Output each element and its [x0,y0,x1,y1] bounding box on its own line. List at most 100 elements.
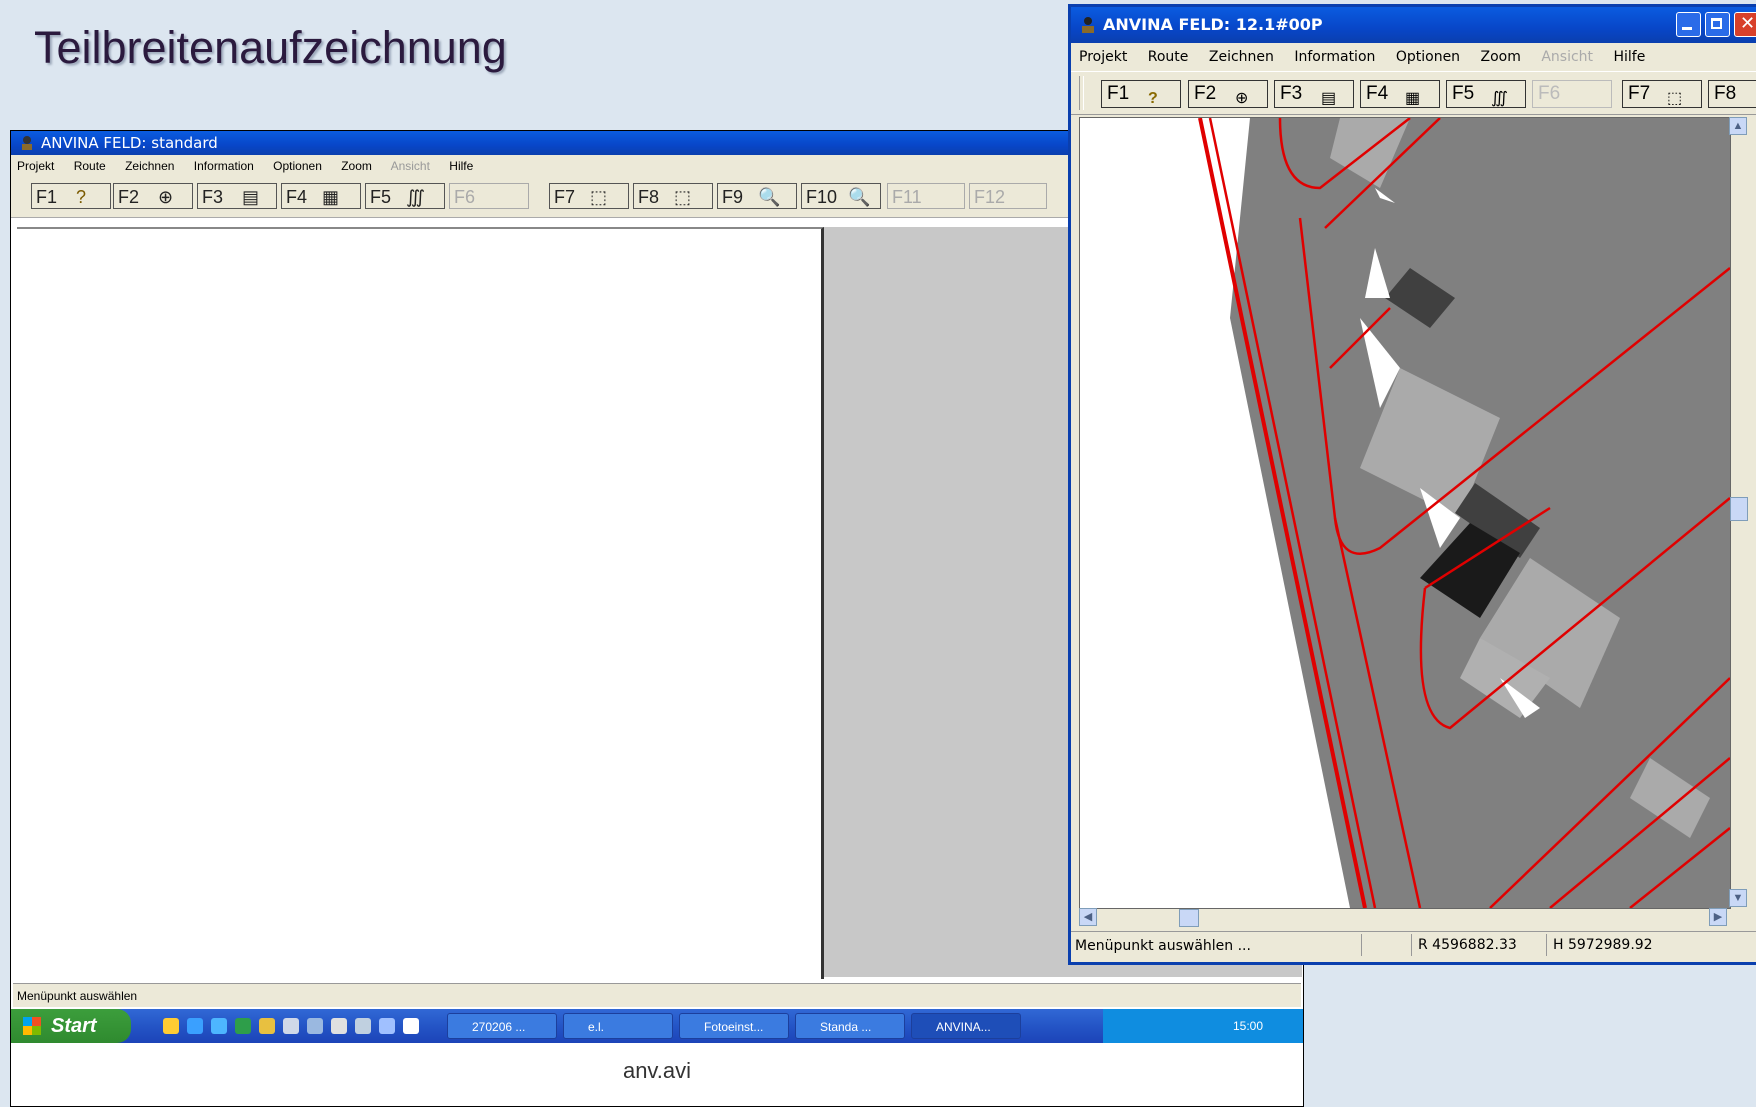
f6-label: F6 [454,187,476,207]
f4-label: F4 [1366,83,1389,104]
settings-icon[interactable] [403,1018,419,1034]
f5-button[interactable]: F5 ∭ [1446,80,1526,108]
help-icon: ? [76,187,87,207]
zoom-window-icon: ⬚ [1667,90,1683,107]
menu-route[interactable]: Route [1148,49,1189,65]
f11-label: F11 [892,187,922,207]
f2-button[interactable]: F2 ⊕ [113,183,193,209]
f1-label: F1 [1107,83,1130,104]
close-button[interactable]: ✕ [1734,12,1756,37]
f3-button[interactable]: F3 ▤ [1274,80,1354,108]
f6-label: F6 [1538,83,1561,104]
status-r-coordinate: R 4596882.33 [1411,934,1546,956]
minimize-button[interactable] [1676,12,1701,37]
f2-label: F2 [1194,83,1217,104]
task-fotoeinst[interactable]: Fotoeinst... [679,1013,789,1039]
f9-label: F9 [722,187,744,207]
f3-button[interactable]: F3 ▤ [197,183,277,209]
start-button[interactable]: Start [11,1009,131,1043]
vertical-scroll-thumb[interactable] [1730,497,1748,521]
menu-optionen[interactable]: Optionen [273,159,322,173]
map-canvas[interactable] [1079,117,1731,909]
zigzag-icon: ∭ [406,187,426,207]
f11-button: F11 [887,183,965,209]
mail-icon[interactable] [355,1018,371,1034]
tray-clock[interactable]: 15:00 [1233,1019,1263,1033]
media-icon[interactable] [211,1018,227,1034]
menu-optionen[interactable]: Optionen [1396,49,1460,65]
quicklaunch-app-icon[interactable] [163,1018,179,1034]
menu-information[interactable]: Information [1294,49,1375,65]
f9-button[interactable]: F9 🔍 [717,183,797,209]
menu-hilfe[interactable]: Hilfe [1613,49,1645,65]
internet-explorer-icon[interactable] [187,1018,203,1034]
f1-button[interactable]: F1? [1101,80,1181,108]
task-folder[interactable]: e.l. [563,1013,673,1039]
f8-label: F8 [1714,83,1737,104]
menu-hilfe[interactable]: Hilfe [449,159,473,173]
f4-button[interactable]: F4 ▦ [281,183,361,209]
scroll-up-button[interactable]: ▲ [1729,117,1747,135]
f7-button[interactable]: F7 ⬚ [1622,80,1702,108]
f3-label: F3 [1280,83,1303,104]
task-standard[interactable]: Standa ... [795,1013,905,1039]
status-message: Menüpunkt auswählen ... [1075,938,1251,954]
f3-label: F3 [202,187,224,207]
scroll-left-button[interactable]: ◀ [1079,908,1097,926]
task-standard-label: Standa ... [820,1020,872,1034]
horizontal-scroll-thumb[interactable] [1179,909,1199,927]
front-status-bar: Menüpunkt auswählen ... R 4596882.33 H 5… [1071,931,1756,960]
front-window-title: ANVINA FELD: 12.1#00P [1103,15,1323,34]
f7-label: F7 [554,187,576,207]
back-map-canvas[interactable] [17,227,824,979]
f10-label: F10 [806,187,838,207]
folder-icon[interactable] [259,1018,275,1034]
front-window-toolbar: F1? F2 ⊕ F3 ▤ F4 ▦ F5 ∭ F6 F7 ⬚ F8 [1071,71,1756,115]
maximize-button[interactable] [1705,12,1730,37]
f5-label: F5 [370,187,392,207]
menu-zeichnen[interactable]: Zeichnen [125,159,174,173]
f1-button[interactable]: F1 ? [31,183,111,209]
menu-projekt[interactable]: Projekt [1079,49,1127,65]
status-h-coordinate: H 5972989.92 [1546,934,1691,956]
scroll-right-button[interactable]: ▶ [1709,908,1727,926]
back-status-bar: Menüpunkt auswählen [13,983,1301,1007]
f6-button: F6 [449,183,529,209]
f4-button[interactable]: F4 ▦ [1360,80,1440,108]
task-powerpoint-label: 270206 ... [472,1020,526,1034]
front-window: ANVINA FELD: 12.1#00P ✕ Projekt Route Ze… [1068,4,1756,965]
f5-button[interactable]: F5 ∭ [365,183,445,209]
windows-flag-icon [23,1017,41,1035]
menu-projekt[interactable]: Projekt [17,159,54,173]
menu-information[interactable]: Information [194,159,254,173]
help-icon: ? [1148,90,1158,107]
back-window-title: ANVINA FELD: standard [41,134,218,152]
menu-ansicht: Ansicht [390,159,430,173]
chat-icon[interactable] [379,1018,395,1034]
f8-button[interactable]: F8 ⬚ [633,183,713,209]
document-icon[interactable] [307,1018,323,1034]
menu-zeichnen[interactable]: Zeichnen [1209,49,1274,65]
front-window-titlebar[interactable]: ANVINA FELD: 12.1#00P ✕ [1071,7,1756,43]
task-anvina[interactable]: ANVINA... [911,1013,1021,1039]
zoom-out-icon: 🔍 [848,187,871,207]
f2-button[interactable]: F2 ⊕ [1188,80,1268,108]
field-map [1198,118,1730,908]
menu-route[interactable]: Route [74,159,106,173]
zoom-box-icon: ⬚ [674,187,692,207]
excel-icon[interactable] [235,1018,251,1034]
menu-zoom[interactable]: Zoom [341,159,372,173]
menu-ansicht: Ansicht [1541,49,1594,65]
f8-button[interactable]: F8 [1708,80,1756,108]
desktop-icon[interactable] [283,1018,299,1034]
toolbar-grip[interactable] [1079,76,1084,110]
system-tray: 15:00 [1103,1009,1303,1043]
scroll-down-button[interactable]: ▼ [1729,889,1747,907]
task-powerpoint[interactable]: 270206 ... [447,1013,557,1039]
f10-button[interactable]: F10 🔍 [801,183,881,209]
target-icon: ⊕ [1235,90,1249,107]
word-icon[interactable] [331,1018,347,1034]
f7-button[interactable]: F7 ⬚ [549,183,629,209]
start-label: Start [51,1015,97,1037]
menu-zoom[interactable]: Zoom [1481,49,1521,65]
